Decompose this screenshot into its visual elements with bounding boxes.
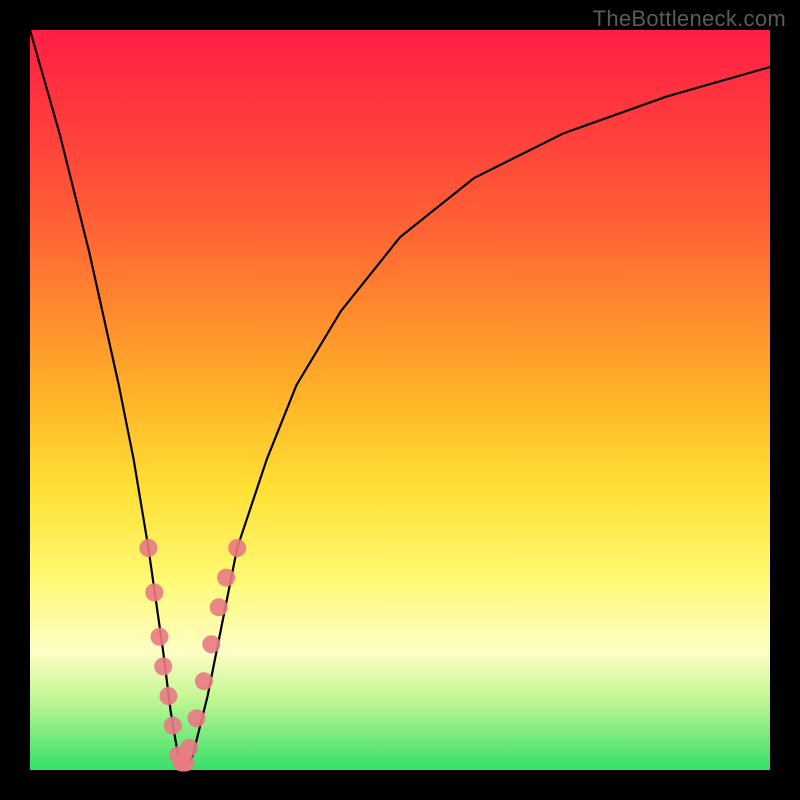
bottleneck-curve-path xyxy=(30,30,770,770)
marker-dot xyxy=(188,709,206,727)
marker-dot xyxy=(180,739,198,757)
watermark-text: TheBottleneck.com xyxy=(593,6,786,32)
marker-dot xyxy=(154,657,172,675)
marker-dot xyxy=(228,539,246,557)
marker-dot xyxy=(195,672,213,690)
marker-group xyxy=(139,539,246,772)
plot-area xyxy=(30,30,770,770)
marker-dot xyxy=(217,569,235,587)
chart-frame: TheBottleneck.com xyxy=(0,0,800,800)
marker-dot xyxy=(145,583,163,601)
marker-dot xyxy=(139,539,157,557)
marker-dot xyxy=(159,687,177,705)
marker-dot xyxy=(151,628,169,646)
marker-dot xyxy=(164,717,182,735)
marker-dot xyxy=(210,598,228,616)
marker-dot xyxy=(202,635,220,653)
chart-svg xyxy=(30,30,770,770)
